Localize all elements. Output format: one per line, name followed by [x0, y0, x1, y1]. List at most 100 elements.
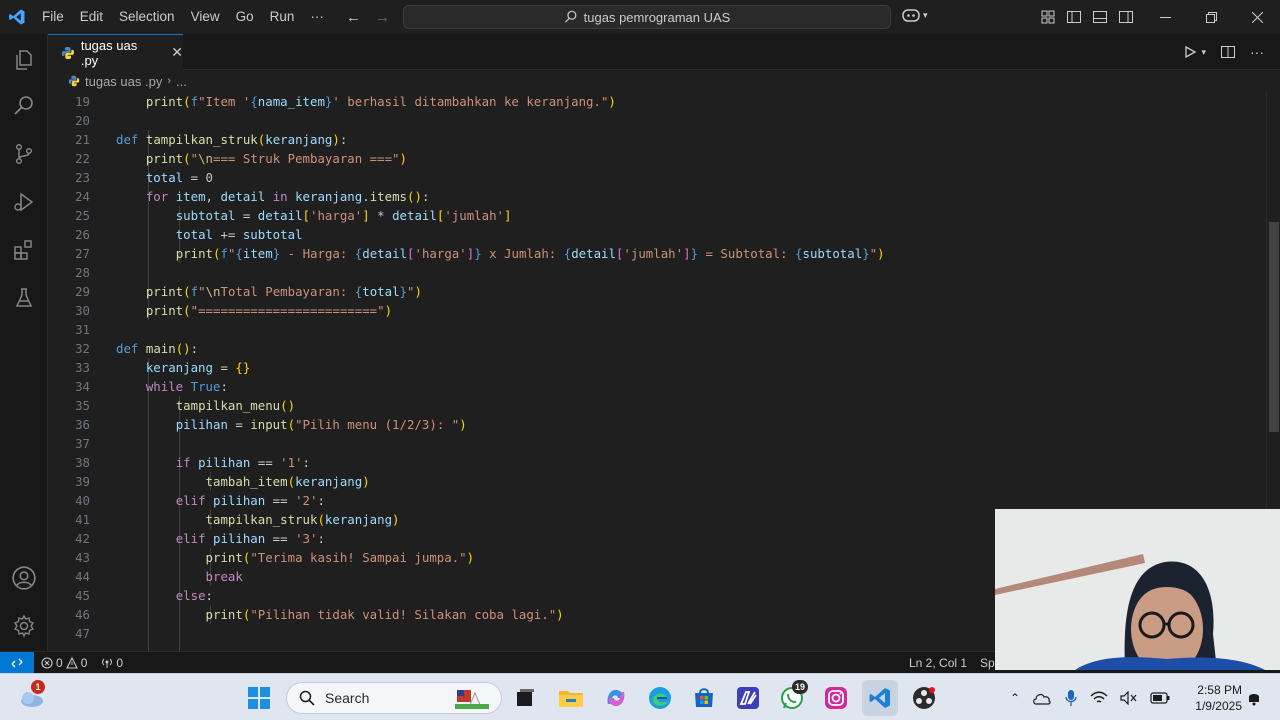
- cursor-position[interactable]: Ln 2, Col 1: [902, 656, 974, 670]
- menu-more[interactable]: ···: [302, 0, 332, 34]
- back-arrow-icon[interactable]: ←: [346, 9, 361, 26]
- play-icon: [1185, 45, 1197, 59]
- breadcrumb: tugas uas .py › ...: [48, 70, 1280, 92]
- search-icon[interactable]: [0, 82, 48, 130]
- ports-indicator[interactable]: 0: [94, 656, 130, 670]
- file-explorer-icon[interactable]: [556, 683, 586, 713]
- ports-count: 0: [116, 655, 124, 670]
- error-count: 0: [56, 655, 63, 670]
- tab-close-icon[interactable]: ✕: [171, 44, 183, 61]
- scrollbar-thumb[interactable]: [1269, 222, 1279, 432]
- problems-indicator[interactable]: 0 0: [34, 656, 94, 670]
- explorer-icon[interactable]: [0, 36, 48, 84]
- customize-layout-icon[interactable]: [1040, 9, 1056, 25]
- more-actions-icon[interactable]: ···: [1250, 44, 1264, 60]
- code-line: 34 while True:: [75, 379, 228, 394]
- obs-studio-icon[interactable]: [909, 683, 939, 713]
- code-line: 29 print(f"\nTotal Pembayaran: {total}"): [75, 284, 422, 299]
- code-line: 38 if pilihan == '1':: [75, 455, 310, 470]
- code-line: 33 keranjang = {}: [75, 360, 251, 375]
- code-line: 23 total = 0: [75, 170, 214, 185]
- taskbar-search-input[interactable]: Search: [286, 682, 502, 714]
- python-file-icon: [61, 46, 74, 59]
- forward-arrow-icon[interactable]: →: [375, 9, 390, 26]
- code-line: 20: [75, 113, 90, 128]
- warning-icon: [65, 656, 78, 669]
- warning-count: 0: [80, 655, 88, 670]
- menu-selection[interactable]: Selection: [111, 0, 183, 34]
- vscode-logo-icon: [0, 0, 34, 34]
- battery-icon[interactable]: [1150, 691, 1170, 704]
- microsoft-store-icon[interactable]: [689, 683, 719, 713]
- instagram-icon[interactable]: [821, 683, 851, 713]
- taskbar-clock[interactable]: 2:58 PM 1/9/2025: [1186, 682, 1242, 714]
- code-line: 30 print("========================"): [75, 303, 393, 318]
- onedrive-icon[interactable]: [1032, 691, 1052, 705]
- restore-button[interactable]: [1188, 0, 1234, 34]
- menu-edit[interactable]: Edit: [72, 0, 111, 34]
- remote-indicator-icon[interactable]: [0, 651, 34, 674]
- clock-date: 1/9/2025: [1195, 699, 1242, 713]
- menu-bar: File Edit Selection View Go Run ···: [34, 0, 332, 34]
- whatsapp-badge: 19: [792, 680, 809, 694]
- run-debug-icon[interactable]: [0, 178, 48, 226]
- accounts-icon[interactable]: [0, 554, 48, 602]
- clock-time: 2:58 PM: [1197, 683, 1242, 697]
- code-line: 31: [75, 322, 90, 337]
- command-center-search[interactable]: tugas pemrograman UAS: [403, 5, 891, 29]
- microphone-icon[interactable]: [1064, 689, 1078, 707]
- menu-go[interactable]: Go: [228, 0, 262, 34]
- restore-icon: [1205, 11, 1217, 23]
- editor-tab-bar: tugas uas .py ✕ ▾ ···: [48, 34, 1280, 70]
- search-icon: [564, 10, 577, 23]
- webcam-overlay: [995, 509, 1280, 670]
- command-center-label: tugas pemrograman UAS: [583, 9, 731, 25]
- code-line: 19 print(f"Item '{nama_item}' berhasil d…: [75, 94, 616, 109]
- code-line: 21 def tampilkan_struk(keranjang):: [75, 132, 348, 147]
- settings-gear-icon[interactable]: [0, 602, 48, 650]
- run-python-file-button[interactable]: ▾: [1183, 45, 1206, 59]
- start-button-icon[interactable]: [244, 683, 274, 713]
- breadcrumb-file[interactable]: tugas uas .py: [85, 74, 162, 89]
- toggle-secondary-sidebar-icon[interactable]: [1118, 9, 1134, 25]
- search-highlight-icon: [455, 690, 489, 709]
- copilot-button[interactable]: ▾: [902, 7, 928, 23]
- extensions-icon[interactable]: [0, 226, 48, 274]
- menu-file[interactable]: File: [34, 0, 72, 34]
- toggle-panel-icon[interactable]: [1092, 9, 1108, 25]
- breadcrumb-more[interactable]: ...: [176, 74, 187, 89]
- minimize-button[interactable]: [1142, 0, 1188, 34]
- whatsapp-icon[interactable]: 19: [777, 680, 809, 713]
- toggle-primary-sidebar-icon[interactable]: [1066, 9, 1082, 25]
- edge-browser-icon[interactable]: [645, 683, 675, 713]
- notifications-icon[interactable]: [1244, 683, 1264, 713]
- search-icon: [299, 690, 315, 706]
- split-editor-icon[interactable]: [1220, 44, 1236, 60]
- weather-widget-icon[interactable]: 1: [16, 680, 46, 713]
- error-icon: [41, 656, 53, 669]
- wifi-icon[interactable]: [1090, 691, 1108, 705]
- code-line: 24 for item, detail in keranjang.items()…: [75, 189, 430, 204]
- close-window-button[interactable]: [1234, 0, 1280, 34]
- chevron-down-icon: ▾: [923, 9, 928, 20]
- code-line: 25 subtotal = detail['harga'] * detail['…: [75, 208, 512, 223]
- testing-icon[interactable]: [0, 274, 48, 322]
- vscode-taskbar-icon[interactable]: [862, 680, 898, 716]
- tab-tugas-uas-py[interactable]: tugas uas .py ✕: [48, 34, 183, 70]
- menu-run[interactable]: Run: [262, 0, 303, 34]
- chevron-down-icon: ▾: [1201, 46, 1206, 57]
- copilot-app-icon[interactable]: [601, 683, 631, 713]
- source-control-icon[interactable]: [0, 130, 48, 178]
- menu-view[interactable]: View: [183, 0, 228, 34]
- task-view-icon[interactable]: [510, 683, 540, 713]
- system-tray: ⌃: [1010, 674, 1170, 720]
- editor-app-icon[interactable]: [733, 683, 763, 713]
- broadcast-icon: [102, 658, 113, 668]
- chevron-right-icon: ›: [167, 75, 171, 87]
- show-hidden-icons-chevron-icon[interactable]: ⌃: [1010, 691, 1020, 705]
- volume-muted-icon[interactable]: [1120, 690, 1138, 705]
- code-line: 26 total += subtotal: [75, 227, 303, 242]
- code-line: 22 print("\n=== Struk Pembayaran ==="): [75, 151, 407, 166]
- code-line: 40 elif pilihan == '2':: [75, 493, 325, 508]
- copilot-icon: [902, 9, 920, 22]
